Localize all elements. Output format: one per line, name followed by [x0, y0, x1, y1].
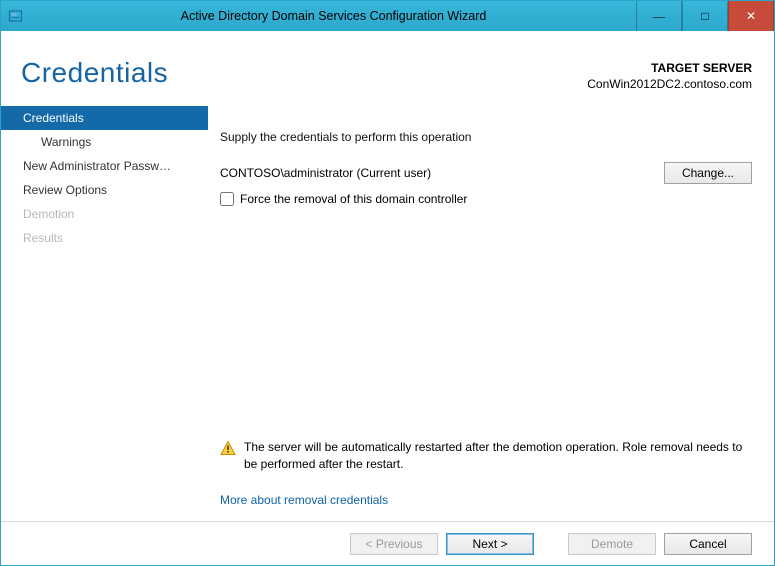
previous-button: < Previous: [350, 533, 438, 555]
window-root: Active Directory Domain Services Configu…: [0, 0, 775, 566]
force-removal-row: Force the removal of this domain control…: [220, 192, 752, 206]
lower-area: The server will be automatically restart…: [220, 439, 752, 507]
current-user-text: CONTOSO\administrator (Current user): [220, 166, 664, 180]
maximize-button[interactable]: □: [682, 1, 728, 31]
credentials-row: CONTOSO\administrator (Current user) Cha…: [220, 162, 752, 184]
window-title: Active Directory Domain Services Configu…: [31, 1, 636, 31]
step-review-options[interactable]: Review Options: [1, 178, 208, 202]
window-controls: — □ ✕: [636, 1, 774, 31]
titlebar[interactable]: Active Directory Domain Services Configu…: [1, 1, 774, 31]
body: Credentials Warnings New Administrator P…: [1, 106, 774, 521]
warning-icon: [220, 439, 236, 456]
target-server-block: TARGET SERVER ConWin2012DC2.contoso.com: [587, 57, 752, 92]
more-about-link[interactable]: More about removal credentials: [220, 493, 388, 507]
step-results: Results: [1, 226, 208, 250]
restart-warning: The server will be automatically restart…: [220, 439, 752, 473]
page-title: Credentials: [21, 57, 587, 92]
step-demotion: Demotion: [1, 202, 208, 226]
app-icon: [1, 1, 31, 31]
page-header: Credentials TARGET SERVER ConWin2012DC2.…: [1, 31, 774, 92]
demote-button: Demote: [568, 533, 656, 555]
main-panel: Supply the credentials to perform this o…: [208, 106, 774, 521]
step-warnings[interactable]: Warnings: [1, 130, 208, 154]
footer: < Previous Next > Demote Cancel: [1, 521, 774, 565]
restart-warning-text: The server will be automatically restart…: [244, 439, 752, 473]
target-server-label: TARGET SERVER: [587, 61, 752, 77]
next-button[interactable]: Next >: [446, 533, 534, 555]
step-credentials[interactable]: Credentials: [1, 106, 208, 130]
step-new-admin-password[interactable]: New Administrator Passw…: [1, 154, 208, 178]
minimize-button[interactable]: —: [636, 1, 682, 31]
force-removal-checkbox[interactable]: [220, 192, 234, 206]
cancel-button[interactable]: Cancel: [664, 533, 752, 555]
close-button[interactable]: ✕: [728, 1, 774, 31]
force-removal-label[interactable]: Force the removal of this domain control…: [240, 192, 467, 206]
instruction-text: Supply the credentials to perform this o…: [220, 130, 752, 144]
change-button[interactable]: Change...: [664, 162, 752, 184]
content: Credentials TARGET SERVER ConWin2012DC2.…: [1, 31, 774, 565]
target-server-value: ConWin2012DC2.contoso.com: [587, 77, 752, 93]
wizard-steps: Credentials Warnings New Administrator P…: [1, 106, 208, 521]
